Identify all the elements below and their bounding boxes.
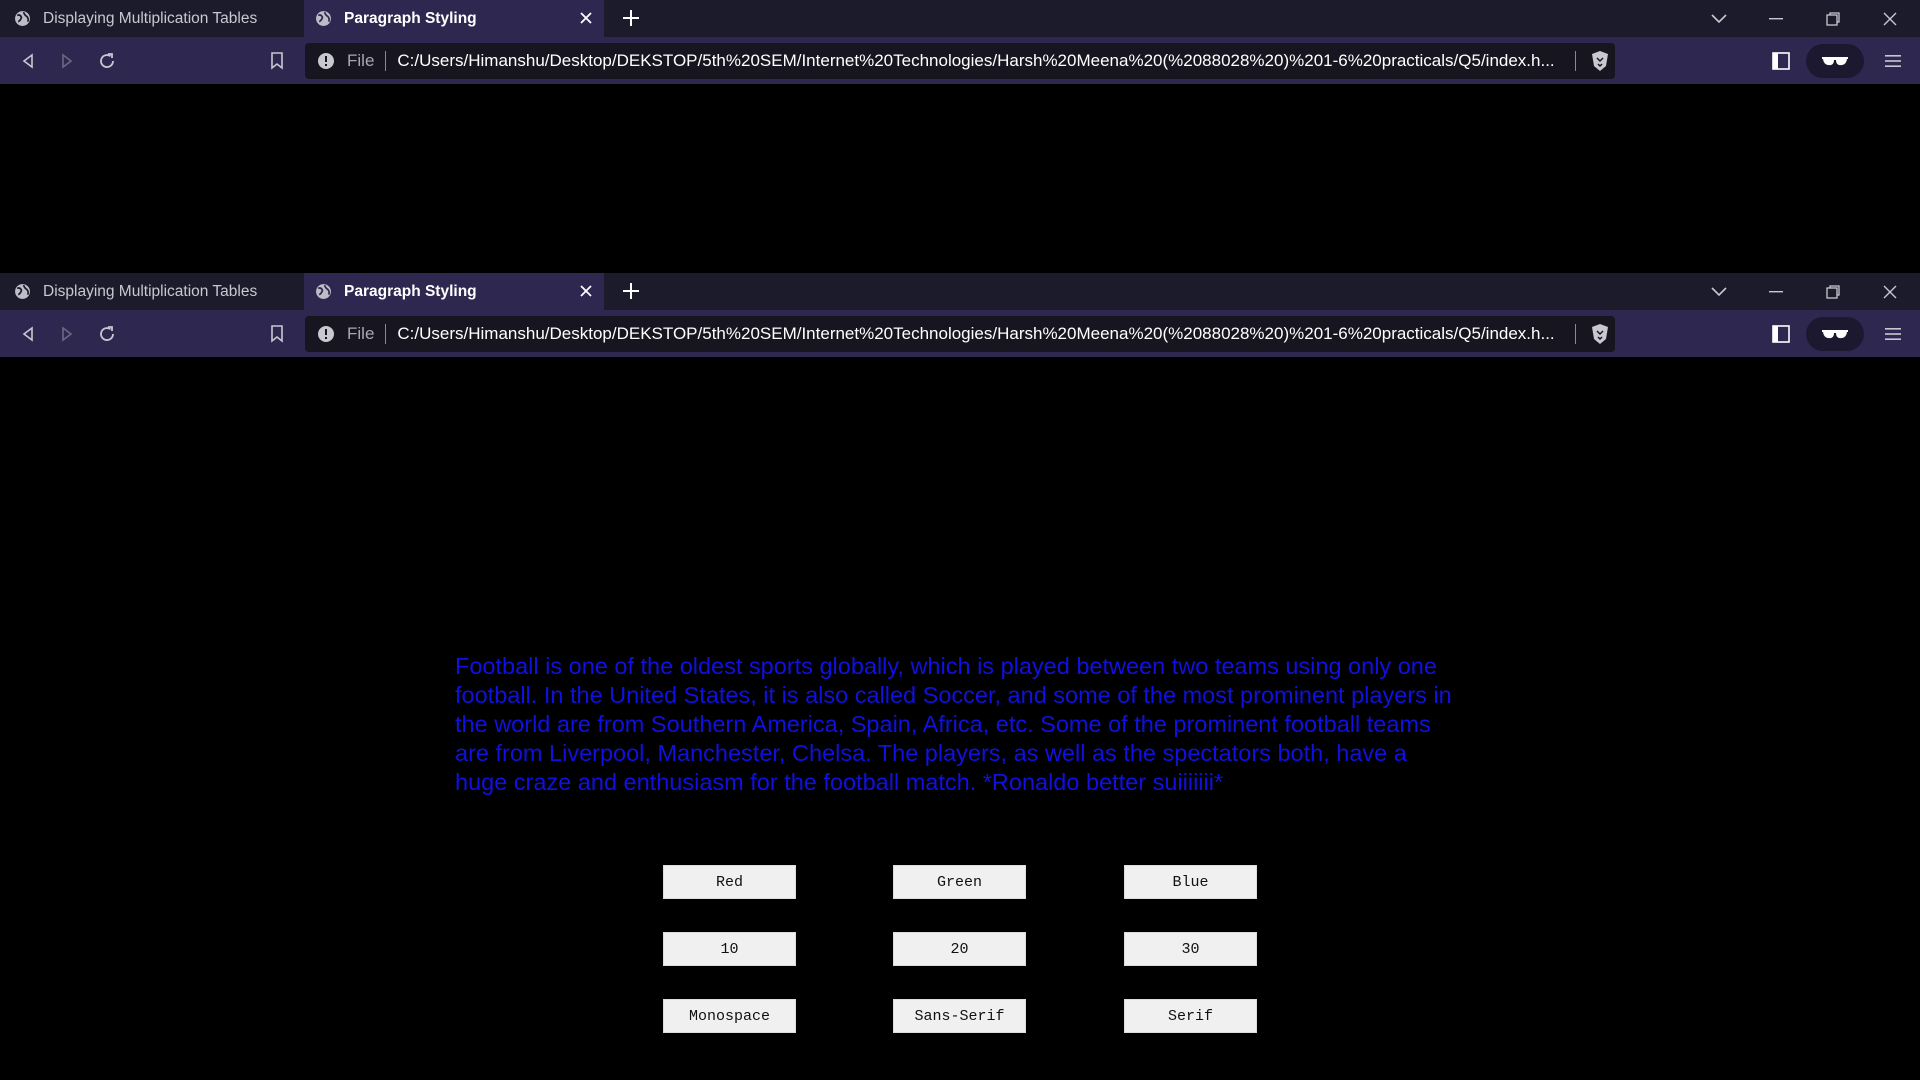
- menu-icon[interactable]: [1880, 321, 1906, 347]
- tab-search-chevron-icon[interactable]: [1691, 273, 1747, 310]
- bookmark-icon[interactable]: [264, 321, 290, 347]
- brave-shield-icon[interactable]: [1590, 50, 1610, 72]
- tab-title: Displaying Multiplication Tables: [43, 9, 258, 27]
- reload-icon[interactable]: [94, 321, 120, 347]
- back-icon[interactable]: [15, 321, 41, 347]
- tab-search-chevron-icon[interactable]: [1691, 0, 1747, 37]
- url-text[interactable]: C:/Users/Himanshu/Desktop/DEKSTOP/5th%20…: [397, 324, 1567, 344]
- restore-icon[interactable]: [1805, 0, 1861, 37]
- font-sans-serif-button[interactable]: Sans-Serif: [893, 999, 1026, 1033]
- close-window-icon[interactable]: [1862, 0, 1918, 37]
- sidebar-icon[interactable]: [1768, 321, 1794, 347]
- info-icon[interactable]: [317, 325, 335, 343]
- styled-paragraph: Football is one of the oldest sports glo…: [455, 653, 1452, 795]
- tab-paragraph-styling[interactable]: Paragraph Styling: [304, 273, 604, 310]
- new-tab-icon[interactable]: [620, 7, 642, 29]
- tab-bar: Displaying Multiplication Tables Paragra…: [0, 0, 1920, 37]
- forward-icon[interactable]: [54, 321, 80, 347]
- tab-multiplication-tables[interactable]: Displaying Multiplication Tables: [0, 0, 304, 37]
- tab-bar: Displaying Multiplication Tables Paragra…: [0, 273, 1920, 310]
- reload-icon[interactable]: [94, 48, 120, 74]
- tab-multiplication-tables[interactable]: Displaying Multiplication Tables: [0, 273, 304, 310]
- font-serif-button[interactable]: Serif: [1124, 999, 1257, 1033]
- tab-title: Displaying Multiplication Tables: [43, 282, 258, 300]
- close-icon[interactable]: [576, 281, 596, 301]
- file-label: File: [347, 324, 375, 343]
- browser-toolbar: File C:/Users/Himanshu/Desktop/DEKSTOP/5…: [0, 37, 1920, 84]
- globe-icon: [15, 11, 30, 26]
- browser-toolbar: File C:/Users/Himanshu/Desktop/DEKSTOP/5…: [0, 310, 1920, 357]
- menu-icon[interactable]: [1880, 48, 1906, 74]
- globe-icon: [15, 284, 30, 299]
- info-icon[interactable]: [317, 52, 335, 70]
- size-10-button[interactable]: 10: [663, 932, 796, 966]
- address-divider: [385, 51, 387, 71]
- minimize-icon[interactable]: [1748, 273, 1804, 310]
- color-green-button[interactable]: Green: [893, 865, 1026, 899]
- size-30-button[interactable]: 30: [1124, 932, 1257, 966]
- private-glasses-icon[interactable]: [1806, 317, 1864, 351]
- browser-window-top: Displaying Multiplication Tables Paragra…: [0, 0, 1920, 84]
- address-divider: [1575, 324, 1577, 344]
- font-monospace-button[interactable]: Monospace: [663, 999, 796, 1033]
- address-bar[interactable]: File C:/Users/Himanshu/Desktop/DEKSTOP/5…: [305, 316, 1615, 352]
- url-text[interactable]: C:/Users/Himanshu/Desktop/DEKSTOP/5th%20…: [397, 51, 1567, 71]
- tab-paragraph-styling[interactable]: Paragraph Styling: [304, 0, 604, 37]
- globe-icon: [316, 284, 331, 299]
- restore-icon[interactable]: [1805, 273, 1861, 310]
- globe-icon: [316, 11, 331, 26]
- new-tab-icon[interactable]: [620, 280, 642, 302]
- sidebar-icon[interactable]: [1768, 48, 1794, 74]
- back-icon[interactable]: [15, 48, 41, 74]
- forward-icon[interactable]: [54, 48, 80, 74]
- close-window-icon[interactable]: [1862, 273, 1918, 310]
- bookmark-icon[interactable]: [264, 48, 290, 74]
- size-20-button[interactable]: 20: [893, 932, 1026, 966]
- address-divider: [385, 324, 387, 344]
- page-content-top: [0, 84, 1920, 273]
- close-icon[interactable]: [576, 8, 596, 28]
- brave-shield-icon[interactable]: [1590, 323, 1610, 345]
- tab-title: Paragraph Styling: [344, 9, 477, 27]
- private-glasses-icon[interactable]: [1806, 44, 1864, 78]
- color-red-button[interactable]: Red: [663, 865, 796, 899]
- file-label: File: [347, 51, 375, 70]
- address-bar[interactable]: File C:/Users/Himanshu/Desktop/DEKSTOP/5…: [305, 43, 1615, 79]
- color-blue-button[interactable]: Blue: [1124, 865, 1257, 899]
- address-divider: [1575, 51, 1577, 71]
- browser-window-bottom: Displaying Multiplication Tables Paragra…: [0, 273, 1920, 357]
- minimize-icon[interactable]: [1748, 0, 1804, 37]
- tab-title: Paragraph Styling: [344, 282, 477, 300]
